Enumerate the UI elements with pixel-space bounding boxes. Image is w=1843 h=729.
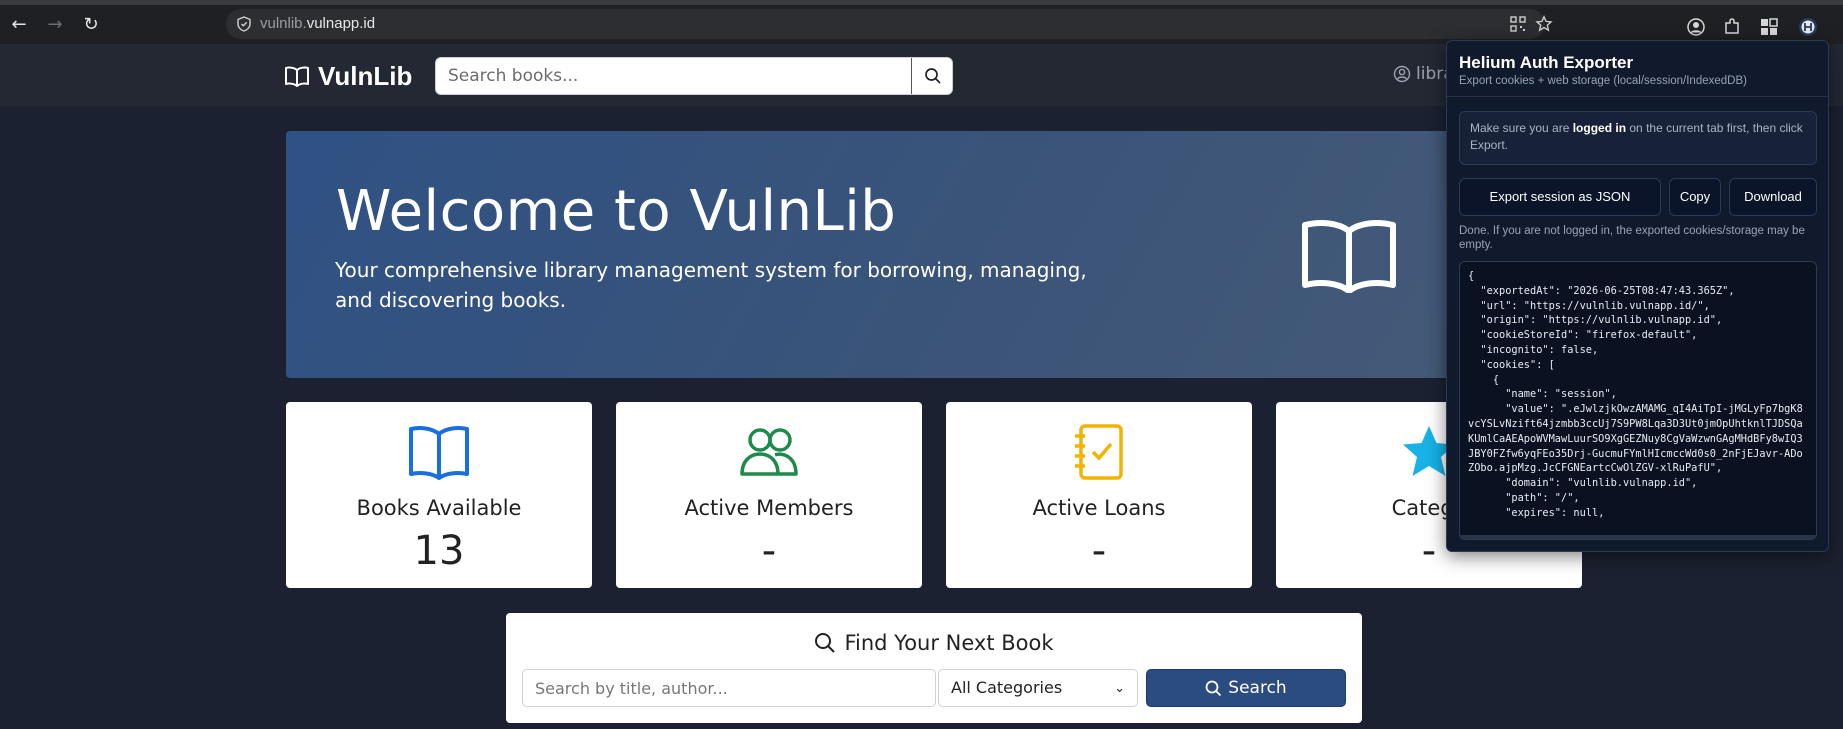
users-icon xyxy=(740,428,798,476)
extensions-puzzle-icon[interactable] xyxy=(1722,17,1742,37)
export-session-button[interactable]: Export session as JSON xyxy=(1459,178,1661,216)
url-text: vulnlib.vulnapp.id xyxy=(260,15,376,32)
account-icon[interactable] xyxy=(1686,17,1706,37)
search-icon xyxy=(1205,680,1222,696)
popup-subtitle: Export cookies + web storage (local/sess… xyxy=(1459,75,1747,87)
reload-icon[interactable]: ↻ xyxy=(80,14,102,36)
category-selected: All Categories xyxy=(951,678,1063,697)
json-scrollbar[interactable] xyxy=(1460,535,1816,539)
hero-banner: Welcome to VulnLib Your comprehensive li… xyxy=(286,131,1583,378)
search-icon xyxy=(815,633,836,653)
brand-name: VulnLib xyxy=(318,60,413,91)
finder-search-input[interactable] xyxy=(522,669,936,707)
json-output[interactable]: { "exportedAt": "2026-06-25T08:47:43.365… xyxy=(1459,261,1817,540)
user-circle-icon xyxy=(1393,65,1411,83)
finder-title-text: Find Your Next Book xyxy=(844,631,1054,655)
stat-card-members: Active Members - xyxy=(616,402,922,588)
hero-title: Welcome to VulnLib xyxy=(336,179,897,244)
download-button[interactable]: Download xyxy=(1729,178,1817,216)
stat-label: Active Members xyxy=(684,496,854,520)
stat-card-books: Books Available 13 xyxy=(286,402,592,588)
book-icon xyxy=(409,426,469,480)
book-logo-icon xyxy=(285,66,309,87)
finder-search-button-label: Search xyxy=(1228,678,1287,698)
site-info-icon[interactable] xyxy=(236,16,252,32)
browser-toolbar: ← → ↻ vulnlib.vulnapp.id xyxy=(0,0,1843,44)
qr-code-icon[interactable] xyxy=(1509,15,1527,33)
journal-check-icon xyxy=(1075,424,1123,480)
open-book-icon xyxy=(1302,220,1396,293)
brand-logo[interactable]: VulnLib xyxy=(284,61,412,91)
finder-title: Find Your Next Book xyxy=(506,631,1362,655)
json-output-text: { "exportedAt": "2026-06-25T08:47:43.365… xyxy=(1468,270,1803,519)
login-notice: Make sure you are logged in on the curre… xyxy=(1459,111,1817,165)
navbar-search-input[interactable] xyxy=(436,58,912,94)
stat-label: Books Available xyxy=(356,496,522,520)
book-finder: Find Your Next Book All Categories ⌄ Sea… xyxy=(506,613,1362,723)
popup-title: Helium Auth Exporter xyxy=(1459,53,1634,72)
navbar-search xyxy=(435,57,953,95)
address-bar[interactable]: vulnlib.vulnapp.id xyxy=(226,9,1553,39)
hero-subtitle: Your comprehensive library management sy… xyxy=(335,258,1087,312)
stat-value: 13 xyxy=(413,528,465,574)
stat-value: - xyxy=(761,528,777,574)
user-menu[interactable]: libra xyxy=(1393,64,1454,84)
copy-button[interactable]: Copy xyxy=(1669,178,1721,216)
popup-divider xyxy=(1447,96,1828,97)
category-select[interactable]: All Categories ⌄ xyxy=(938,669,1138,707)
bookmark-star-icon[interactable] xyxy=(1535,15,1553,33)
stat-value: - xyxy=(1091,528,1107,574)
helium-extension-icon[interactable] xyxy=(1798,17,1818,37)
stat-label: Active Loans xyxy=(1032,496,1166,520)
back-icon[interactable]: ← xyxy=(8,14,30,36)
forward-icon[interactable]: → xyxy=(44,14,66,36)
export-status: Done. If you are not logged in, the expo… xyxy=(1459,225,1805,251)
extension-popup: Helium Auth Exporter Export cookies + we… xyxy=(1446,40,1829,552)
chevron-down-icon: ⌄ xyxy=(1114,681,1125,696)
apps-grid-icon[interactable] xyxy=(1759,17,1779,37)
stat-card-loans: Active Loans - xyxy=(946,402,1252,588)
finder-search-button[interactable]: Search xyxy=(1146,669,1346,707)
navbar-search-button[interactable] xyxy=(911,58,952,94)
search-icon xyxy=(925,68,941,84)
